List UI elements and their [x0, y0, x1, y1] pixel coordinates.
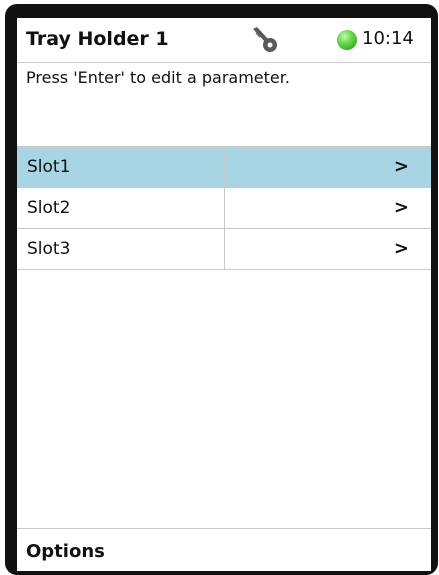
list-item-label: Slot3 [27, 239, 71, 259]
list-item-label: Slot1 [27, 157, 71, 177]
header-bar: Tray Holder 1 10:14 [17, 18, 431, 63]
chevron-right-icon: > [393, 238, 409, 259]
list-item-slot3[interactable]: Slot3 > [17, 229, 431, 270]
list-item-slot1[interactable]: Slot1 > [17, 147, 431, 188]
slot-list: Slot1 > Slot2 > Slot3 > [17, 146, 431, 270]
status-indicator [337, 30, 357, 50]
chevron-right-icon: > [393, 156, 409, 177]
row-divider [224, 147, 225, 187]
chevron-right-icon: > [393, 197, 409, 218]
page-title: Tray Holder 1 [26, 28, 169, 50]
device-frame: Tray Holder 1 10:14 Press 'Enter' to edi… [0, 0, 439, 575]
clock-time: 10:14 [362, 28, 414, 49]
row-divider [224, 188, 225, 228]
list-item-slot2[interactable]: Slot2 > [17, 188, 431, 229]
footer-bar: Options [17, 528, 431, 571]
list-item-label: Slot2 [27, 198, 71, 218]
key-icon [249, 25, 281, 55]
screen: Tray Holder 1 10:14 Press 'Enter' to edi… [17, 18, 431, 571]
row-divider [224, 229, 225, 269]
options-button[interactable]: Options [26, 541, 105, 562]
instruction-text: Press 'Enter' to edit a parameter. [26, 68, 290, 87]
